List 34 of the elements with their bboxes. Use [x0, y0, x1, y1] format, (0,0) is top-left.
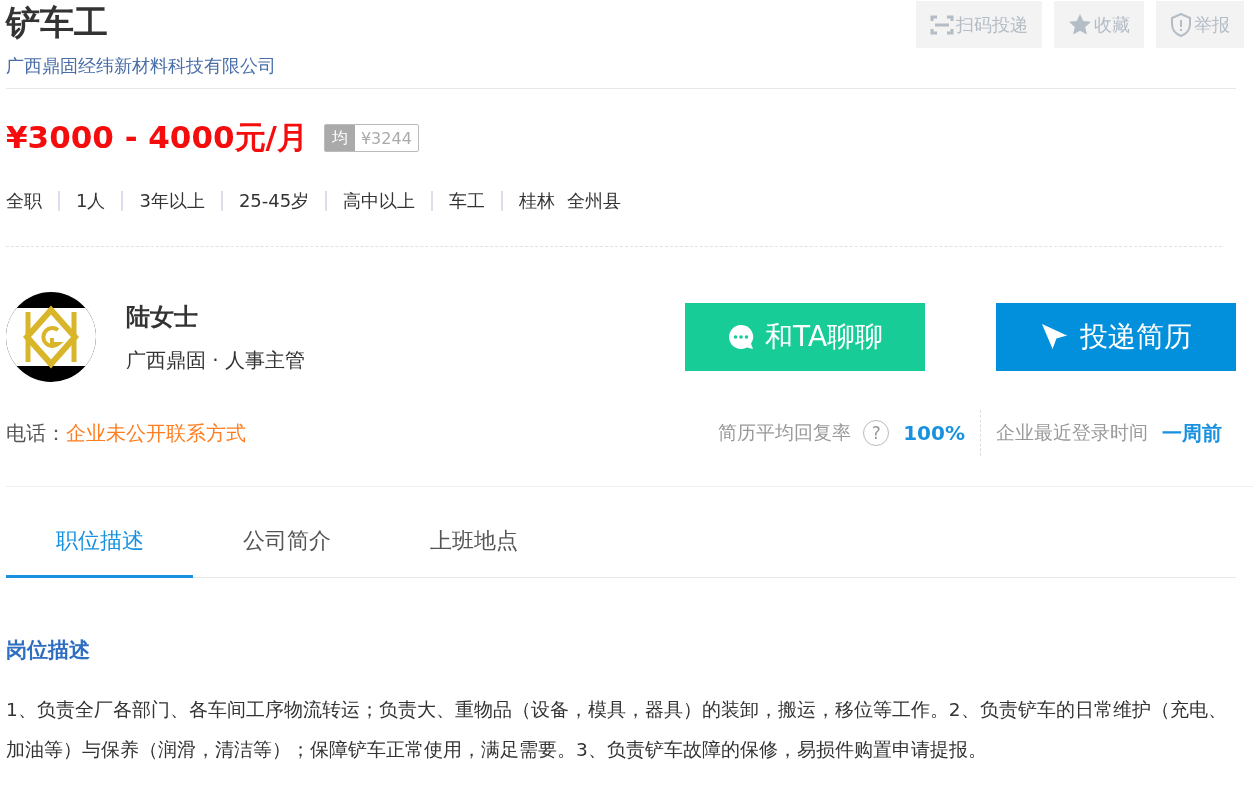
job-description: 1、负责全厂各部门、各车间工序物流转运；负责大、重物品（设备，模具，器具）的装卸，搬运，移位等工作。2、负责铲车的日常维护（充电、加油等）与保养（润滑，清洁等）；保障铲车正常使用，满足需要。3、负责铲车故障的保修，易损件购置申请提报。	[6, 698, 1228, 762]
scan-button[interactable]: 扫码投递	[916, 1, 1042, 48]
report-button[interactable]: 举报	[1156, 1, 1244, 48]
job-tag: 全职	[6, 189, 42, 213]
phone-info: 电话：企业未公开联系方式	[6, 419, 246, 447]
star-icon	[1068, 13, 1092, 36]
company-name: 广西鼎固经纬新材料科技有限公司	[6, 54, 276, 78]
job-tag: 车工	[449, 189, 486, 213]
tab[interactable]: 上班地点	[380, 514, 567, 578]
job-title: 铲车工	[6, 1, 109, 44]
job-tag: 桂林 全州县	[519, 189, 621, 213]
recruiter-role: 广西鼎固 · 人事主管	[126, 346, 307, 374]
stat-label: 简历平均回复率	[718, 420, 852, 445]
stat-value: 一周前	[1162, 419, 1222, 447]
job-tag: 高中以上	[343, 189, 416, 213]
scan-icon	[930, 13, 954, 36]
star-button[interactable]: 收藏	[1054, 1, 1144, 48]
paper-plane-icon	[1040, 322, 1070, 352]
tab[interactable]: 职位描述	[6, 514, 193, 578]
average-salary: ¥3244	[359, 127, 413, 150]
shield-icon	[1170, 12, 1192, 37]
average-label: 均	[324, 125, 355, 151]
salary-range: ¥3000 - 4000元/月	[6, 118, 308, 157]
job-tag: 1人	[76, 189, 106, 213]
job-tag: 3年以上	[139, 189, 205, 213]
chat-button[interactable]: 和TA聊聊	[685, 303, 925, 371]
section-heading: 岗位描述	[6, 637, 91, 664]
tab[interactable]: 公司简介	[193, 514, 380, 578]
apply-button[interactable]: 投递简历	[996, 303, 1236, 371]
chat-bubble-icon	[726, 323, 755, 351]
recruiter-name: 陆女士	[126, 301, 199, 333]
job-tag: 25-45岁	[238, 189, 310, 213]
stat-label: 企业最近登录时间	[996, 420, 1148, 445]
stat-value: 100%	[903, 421, 965, 445]
